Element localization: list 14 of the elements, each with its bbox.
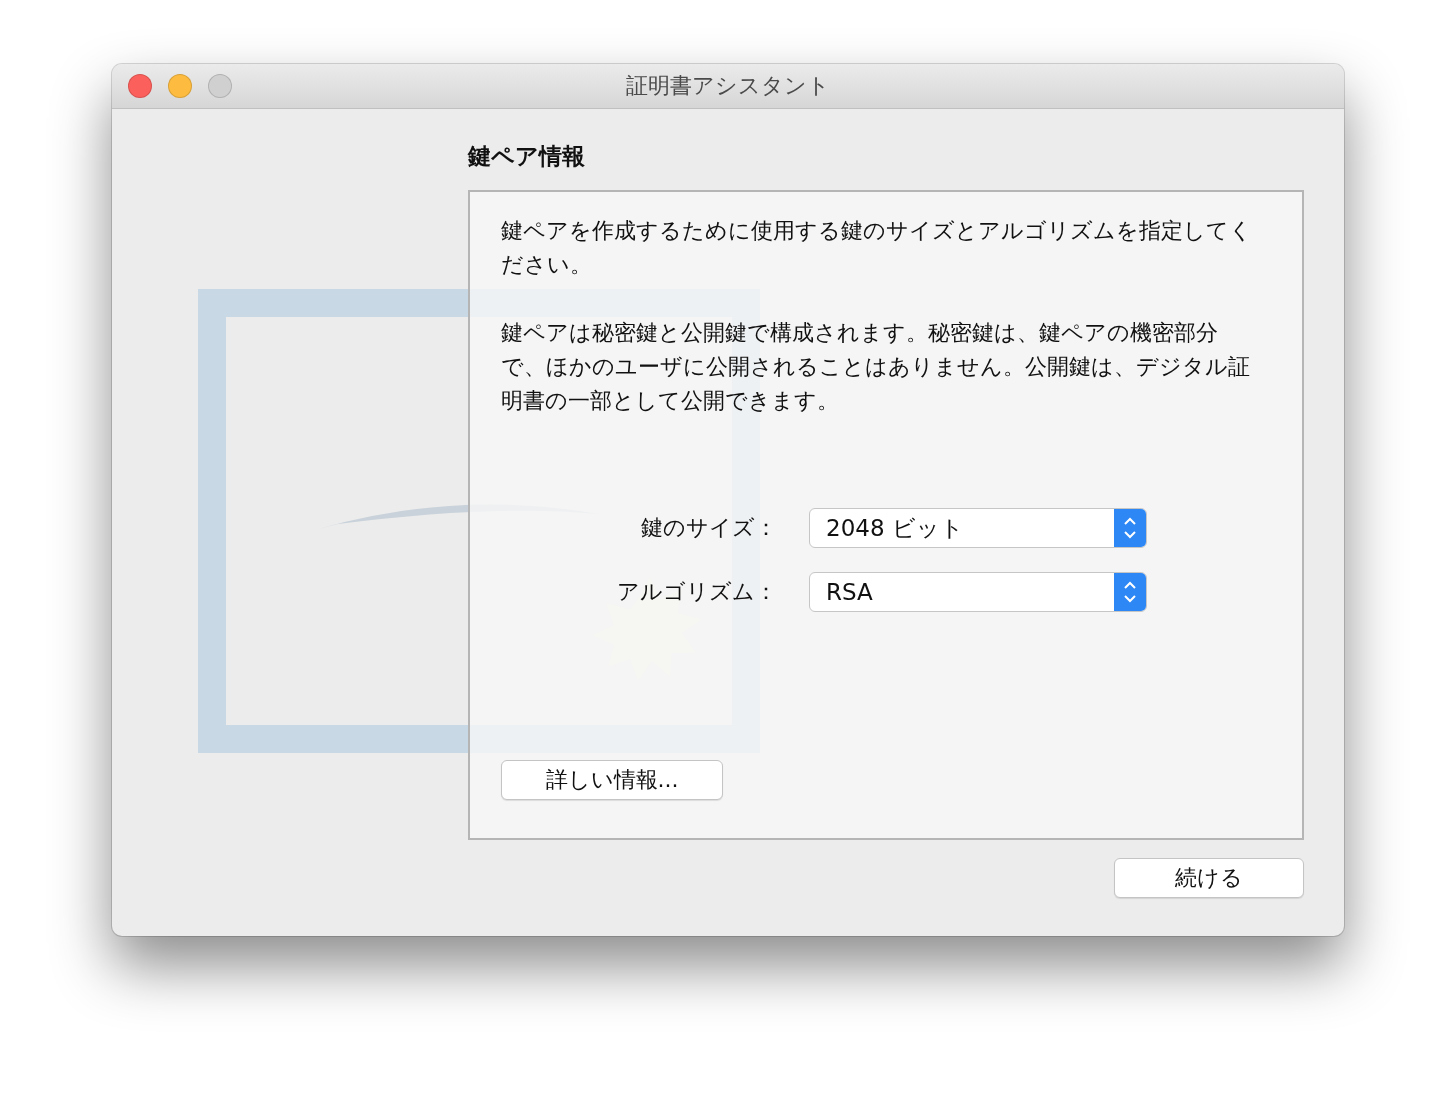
stepper-icon — [1114, 509, 1146, 547]
minimize-window-button[interactable] — [168, 74, 192, 98]
description-text: 鍵ペアは秘密鍵と公開鍵で構成されます。秘密鍵は、鍵ペアの機密部分で、ほかのユーザに公開されることはありません。公開鍵は、デジタル証明書の一部として公開できます。 — [501, 319, 1251, 415]
field-label: 鍵のサイズ： — [640, 514, 777, 542]
details-button[interactable]: 詳しい情報... — [501, 760, 723, 800]
field-label: アルゴリズム： — [616, 578, 777, 606]
window-title: 証明書アシスタント — [626, 72, 830, 100]
section-heading: 鍵ペア情報 — [468, 142, 586, 171]
popup-menu[interactable]: RSA — [809, 572, 1147, 612]
continue-button[interactable]: 続ける — [1114, 858, 1304, 898]
stepper-icon — [1114, 573, 1146, 611]
close-window-button[interactable] — [128, 74, 152, 98]
popup-menu[interactable]: 2048 ビット — [809, 508, 1147, 548]
description-text: 鍵ペアを作成するために使用する鍵のサイズとアルゴリズムを指定してください。 — [501, 217, 1253, 279]
